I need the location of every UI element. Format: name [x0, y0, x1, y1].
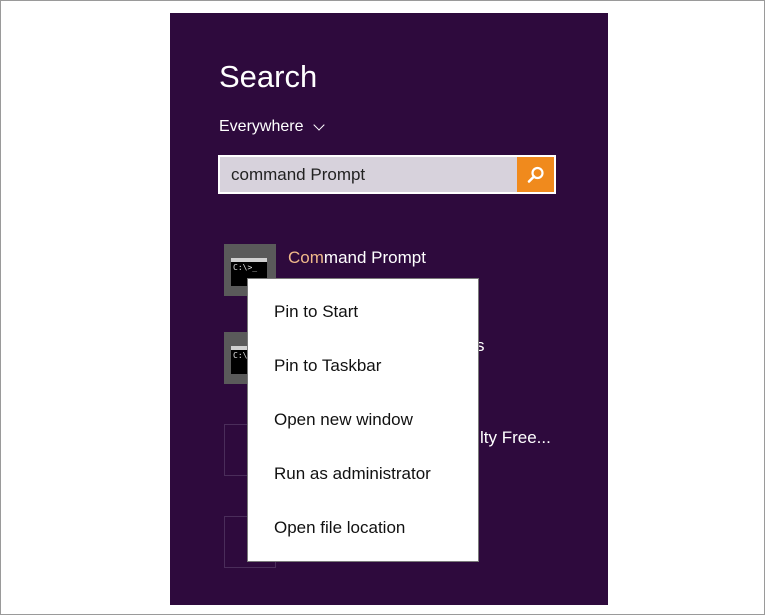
search-input[interactable]: command Prompt [220, 157, 517, 192]
menu-item-open-new-window[interactable]: Open new window [248, 393, 478, 447]
search-box[interactable]: command Prompt [218, 155, 556, 194]
menu-item-pin-to-taskbar[interactable]: Pin to Taskbar [248, 339, 478, 393]
result-label-highlight: Com [288, 248, 324, 267]
search-button[interactable] [517, 157, 554, 192]
result-command-prompt-label[interactable]: Command Prompt [288, 248, 426, 268]
screenshot-frame: Search Everywhere command Prompt C:\>_ C… [0, 0, 765, 615]
search-scope-dropdown[interactable]: Everywhere [219, 118, 326, 136]
cmd-glyph-text: C:\>_ [233, 263, 258, 272]
chevron-down-icon [313, 119, 326, 131]
search-title: Search [219, 59, 318, 94]
search-icon [527, 166, 544, 183]
context-menu: Pin to Start Pin to Taskbar Open new win… [247, 278, 479, 562]
menu-item-run-as-administrator[interactable]: Run as administrator [248, 447, 478, 501]
result-label-rest: mand Prompt [323, 248, 426, 267]
menu-item-open-file-location[interactable]: Open file location [248, 501, 478, 555]
result-3-label-partial[interactable]: lty Free... [480, 428, 551, 448]
search-scope-label: Everywhere [219, 118, 304, 135]
menu-item-pin-to-start[interactable]: Pin to Start [248, 285, 478, 339]
